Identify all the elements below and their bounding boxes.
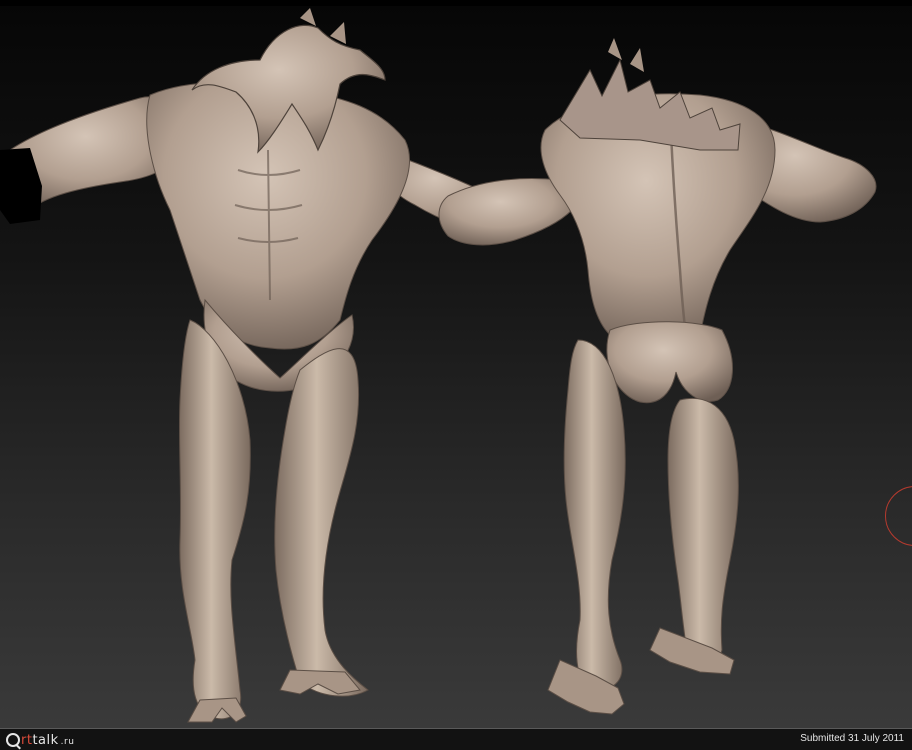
footer-bar: A rt talk .ru Submitted 31 July 2011 (0, 728, 912, 750)
logo-ring-mark (6, 733, 20, 747)
logo-text-rest: talk (32, 732, 59, 748)
logo-text-accent: rt (21, 732, 33, 748)
logo-text-tld: .ru (60, 736, 75, 747)
back-view-figure (438, 38, 877, 715)
sculpt-render (0, 8, 877, 723)
arttalk-logo-icon[interactable]: A rt talk .ru (6, 731, 74, 749)
submitted-date-label: Submitted 31 July 2011 (800, 733, 904, 744)
zbrush-viewport[interactable] (0, 0, 912, 728)
front-view-figure (0, 8, 503, 723)
